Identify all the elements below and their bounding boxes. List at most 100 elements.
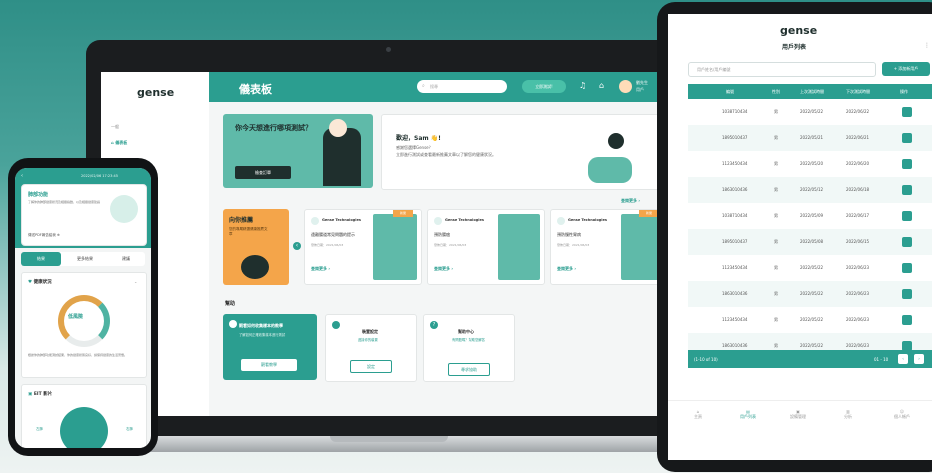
- article-card[interactable]: Gense Technologies 預防慢性胃病 發佈日期：2021/06/0…: [550, 209, 668, 285]
- user-gender: 男: [774, 265, 778, 270]
- recommend-card: 向你推薦 您的專屬精選健康推薦文章: [223, 209, 289, 285]
- article-date: 發佈日期：2021/06/03: [557, 243, 590, 247]
- video-icon: [229, 320, 237, 328]
- tab-advice[interactable]: 建議: [107, 252, 145, 266]
- test-now-button[interactable]: 立即測試!: [522, 80, 566, 93]
- row-action-button[interactable]: [902, 289, 912, 299]
- table-row[interactable]: 1863010436 男 2022/05/22 2022/06/23: [688, 281, 932, 307]
- sidebar-item-dashboard[interactable]: ⌂ 儀表板: [111, 140, 127, 146]
- table-row[interactable]: 1123450434 男 2022/05/22 2022/06/23: [688, 307, 932, 333]
- row-action-button[interactable]: [902, 315, 912, 325]
- table-row[interactable]: 1038710434 男 2022/05/09 2022/06/17: [688, 203, 932, 229]
- table-row[interactable]: 1863010436 男 2022/05/12 2022/06/18: [688, 177, 932, 203]
- lung-left-label: 左肺: [36, 427, 43, 431]
- avatar: [557, 217, 565, 225]
- nav-home[interactable]: ⌂ 主頁: [694, 409, 702, 420]
- user-id: 1863010436: [722, 187, 748, 192]
- prev-page-button[interactable]: ‹: [898, 354, 908, 364]
- pdf-download-link[interactable]: 傳送PDF報告給我 ⊕: [28, 233, 60, 238]
- help-card-title: 觀看如何收集樣本的教學: [239, 323, 283, 328]
- eit-title: ▣ EIT 影片: [28, 392, 53, 397]
- row-action-button[interactable]: [902, 107, 912, 117]
- search-input[interactable]: 用戶姓名/用戶編號: [688, 62, 876, 77]
- article-date: 發佈日期：2021/06/03: [311, 243, 344, 247]
- tab-results[interactable]: 結果: [21, 252, 61, 266]
- article-more-link[interactable]: 查閱更多 ›: [311, 266, 330, 272]
- help-card-tutorial[interactable]: 觀看如何收集樣本的教學 了解如何正確收集樣本進行測試 觀看教學: [223, 314, 317, 380]
- home-icon[interactable]: ⌂: [599, 81, 604, 90]
- last-test: 2022/05/20: [800, 161, 824, 166]
- article-more-link[interactable]: 查閱更多 ›: [434, 266, 453, 272]
- bell-icon[interactable]: ♫: [579, 81, 586, 90]
- help-card-title: 幫助中心: [458, 329, 474, 334]
- user-id: 1895010437: [722, 239, 748, 244]
- last-test: 2022/05/22: [800, 265, 824, 270]
- avatar: [311, 217, 319, 225]
- row-action-button[interactable]: [902, 185, 912, 195]
- row-action-button[interactable]: [902, 237, 912, 247]
- settings-icon: [332, 321, 340, 329]
- search-placeholder: 搜尋: [430, 84, 438, 89]
- search-icon: ⌕: [422, 83, 425, 89]
- column-header[interactable]: 性別: [772, 89, 780, 95]
- column-header[interactable]: 下次測試時間: [846, 89, 870, 95]
- user-gender: 男: [774, 239, 778, 244]
- table-row[interactable]: 1038710434 男 2022/05/22 2022/06/22: [688, 99, 932, 125]
- table-row[interactable]: 1123450434 男 2022/05/22 2022/06/23: [688, 255, 932, 281]
- carousel-prev-button[interactable]: ‹: [293, 242, 301, 250]
- chevron-down-icon[interactable]: ⌄: [134, 279, 137, 284]
- view-more-link[interactable]: 查閱更多 ›: [621, 198, 640, 204]
- video-icon: ▣: [28, 392, 33, 397]
- watch-tutorial-button[interactable]: 觀看教學: [241, 359, 297, 371]
- get-help-button[interactable]: 尋求協助: [448, 363, 490, 376]
- search-placeholder: 用戶姓名/用戶編號: [697, 67, 731, 72]
- help-title: 幫助: [225, 301, 236, 307]
- column-header[interactable]: 編號: [726, 89, 734, 95]
- next-page-button[interactable]: ›: [914, 354, 924, 364]
- nav-user-list[interactable]: ▤ 用戶列表: [740, 409, 756, 420]
- user-id: 1038710434: [722, 109, 748, 114]
- tab-more-results[interactable]: 更多結果: [65, 252, 105, 266]
- column-header[interactable]: 上次測試時間: [800, 89, 824, 95]
- article-more-link[interactable]: 查閱更多 ›: [557, 266, 576, 272]
- last-test: 2022/05/22: [800, 291, 824, 296]
- help-card-center[interactable]: ? 幫助中心 有問題嗎？幫助您解答 尋求協助: [423, 314, 515, 382]
- add-user-button[interactable]: + 添加新用戶: [882, 62, 930, 76]
- setup-button[interactable]: 設定: [350, 360, 392, 373]
- check-order-button[interactable]: 檢查訂單: [235, 166, 291, 179]
- nav-devices[interactable]: ▣ 設備管理: [790, 409, 806, 420]
- help-card-desc: 有問題嗎？幫助您解答: [452, 338, 485, 342]
- table-row[interactable]: 1895010437 男 2022/05/21 2022/06/21: [688, 125, 932, 151]
- table-row[interactable]: 1123450434 男 2022/05/20 2022/06/20: [688, 151, 932, 177]
- news-badge: 新聞: [393, 210, 413, 217]
- page-title: 用戶列表: [782, 44, 807, 51]
- illustration-puzzle: [588, 157, 632, 183]
- table-row[interactable]: 1895010437 男 2022/05/08 2022/06/15: [688, 229, 932, 255]
- nav-account[interactable]: ☺ 個人帳戶: [894, 409, 910, 420]
- help-card-desc: 了解如何正確收集樣本進行測試: [239, 333, 286, 337]
- row-action-button[interactable]: [902, 263, 912, 273]
- laptop-screen: gense 一般 ⌂ 儀表板 儀表板 ⌕ 搜尋 立即測試! ♫ ⌂ 劉先生 用戶…: [101, 72, 677, 416]
- heart-icon: ♥: [28, 280, 33, 285]
- more-icon[interactable]: ⋮: [924, 42, 930, 49]
- next-test: 2022/06/23: [846, 317, 870, 322]
- help-card-device[interactable]: 裝置設定 連接你的裝置 設定: [325, 314, 417, 382]
- user-name: 劉先生: [636, 80, 648, 85]
- illustration-head: [608, 133, 624, 149]
- pagination-range: 01 - 10: [874, 357, 889, 362]
- row-action-button[interactable]: [902, 159, 912, 169]
- back-icon[interactable]: ‹: [21, 173, 23, 179]
- risk-gauge: [58, 295, 110, 347]
- row-action-button[interactable]: [902, 211, 912, 221]
- article-card[interactable]: Gense Technologies 預防腸癌 發佈日期：2021/06/03 …: [427, 209, 545, 285]
- next-test: 2022/06/15: [846, 239, 870, 244]
- user-gender: 男: [774, 187, 778, 192]
- row-action-button[interactable]: [902, 133, 912, 143]
- last-test: 2022/05/12: [800, 187, 824, 192]
- search-input[interactable]: ⌕ 搜尋: [417, 80, 507, 93]
- avatar[interactable]: [619, 80, 632, 93]
- nav-analysis[interactable]: ▥ 分析: [844, 409, 852, 420]
- article-date: 發佈日期：2021/06/03: [434, 243, 467, 247]
- eit-image: [60, 407, 108, 448]
- article-card[interactable]: Gense Technologies 遠離腸道常見問題的提示 發佈日期：2021…: [304, 209, 422, 285]
